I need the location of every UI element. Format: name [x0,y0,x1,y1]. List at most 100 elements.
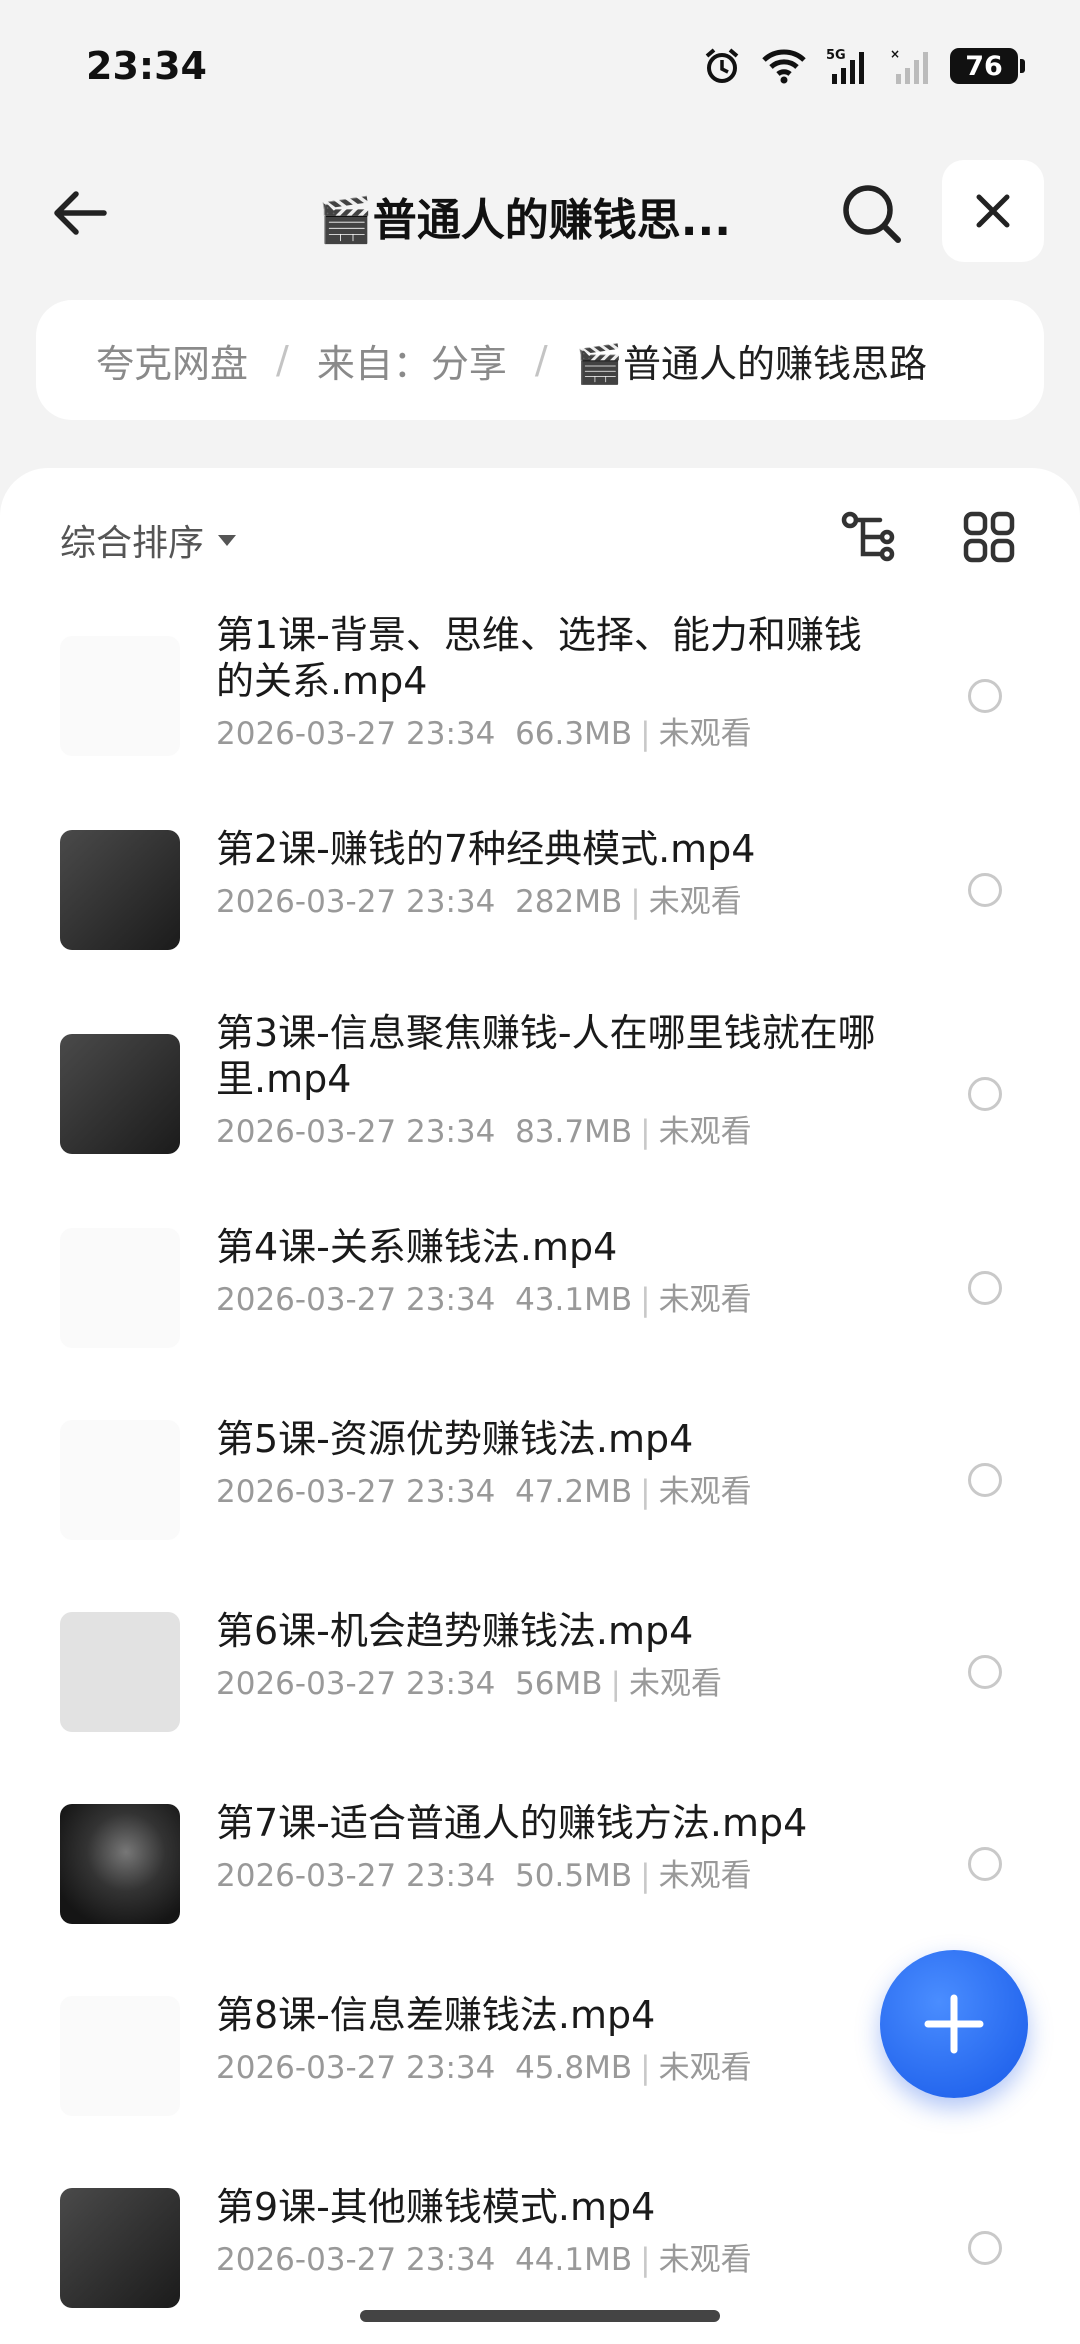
watch-status: 未观看 [648,884,742,920]
alarm-icon [705,48,739,83]
file-row[interactable]: 第2课-赚钱的7种经典模式.mp4 2026-03-27 23:34 282MB |… [0,818,1080,1010]
select-checkbox[interactable] [968,1847,1002,1881]
file-name: 第5课-资源优势赚钱法.mp4 [216,1417,694,1461]
file-row[interactable]: 第5课-资源优势赚钱法.mp4 2026-03-27 23:34 47.2MB | 未… [0,1408,1080,1600]
file-info: 第1课-背景、思维、选择、能力和赚钱的关系.mp4 2026-03-27 23:3… [216,612,876,753]
file-date: 2026-03-27 23:34 [216,1282,496,1318]
meta-divider: | [640,716,651,752]
arrow-left-icon [54,191,107,235]
file-size: 83.7MB [515,1114,633,1150]
file-row[interactable]: 第3课-信息聚焦赚钱-人在哪里钱就在哪里.mp4 2026-03-27 23:34… [0,1010,1080,1216]
file-name: 第7课-适合普通人的赚钱方法.mp4 [216,1801,808,1845]
video-thumbnail [60,1612,180,1732]
video-thumbnail [60,830,180,950]
file-meta: 2026-03-27 23:34 45.8MB | 未观看 [216,2042,876,2087]
page-title: 🎬普通人的赚钱思... [318,195,731,246]
file-date: 2026-03-27 23:34 [216,1474,496,1510]
file-row[interactable]: 第1课-背景、思维、选择、能力和赚钱的关系.mp4 2026-03-27 23:3… [0,612,1080,818]
select-checkbox[interactable] [968,1271,1002,1305]
file-row[interactable]: 第6课-机会趋势赚钱法.mp4 2026-03-27 23:34 56MB | 未观看 [0,1600,1080,1792]
wifi-icon [762,49,806,84]
signal-5g-icon: 5G [826,48,864,84]
file-name: 第4课-关系赚钱法.mp4 [216,1225,618,1269]
file-size: 56MB [515,1666,603,1702]
select-checkbox[interactable] [968,1077,1002,1111]
file-info: 第7课-适合普通人的赚钱方法.mp4 2026-03-27 23:34 50.5M… [216,1800,876,1895]
select-checkbox[interactable] [968,2231,1002,2265]
file-meta: 2026-03-27 23:34 43.1MB | 未观看 [216,1274,876,1319]
video-thumbnail [60,1420,180,1540]
meta-divider: | [630,884,641,920]
breadcrumb: 夸克网盘 / 来自：分享 / 🎬普通人的赚钱思路 [36,300,1044,420]
video-thumbnail [60,1034,180,1154]
tree-view-button[interactable] [836,502,906,572]
select-checkbox[interactable] [968,1655,1002,1689]
signal-empty-icon: × [890,47,928,84]
file-size: 66.3MB [515,716,633,752]
meta-divider: | [640,2242,651,2278]
video-thumbnail [60,2188,180,2308]
file-row[interactable]: 第4课-关系赚钱法.mp4 2026-03-27 23:34 43.1MB | 未观看 [0,1216,1080,1408]
file-size: 44.1MB [515,2242,633,2278]
file-meta: 2026-03-27 23:34 282MB | 未观看 [216,876,876,921]
grid-view-button[interactable] [954,502,1024,572]
battery-icon: 76 [950,48,1025,84]
top-bar: 🎬普通人的赚钱思... [0,150,1080,270]
meta-divider: | [640,1474,651,1510]
watch-status: 未观看 [658,1114,752,1150]
file-size: 282MB [515,884,623,920]
file-size: 50.5MB [515,1858,633,1894]
meta-divider: | [640,1858,651,1894]
svg-text:×: × [890,47,900,61]
video-thumbnail [60,1996,180,2116]
close-button[interactable] [942,160,1044,262]
select-checkbox[interactable] [968,679,1002,713]
video-thumbnail [60,1228,180,1348]
search-button[interactable] [834,176,910,252]
file-date: 2026-03-27 23:34 [216,1666,496,1702]
file-meta: 2026-03-27 23:34 47.2MB | 未观看 [216,1466,876,1511]
video-thumbnail [60,636,180,756]
back-button[interactable] [44,178,114,248]
file-name: 第1课-背景、思维、选择、能力和赚钱的关系.mp4 [216,613,862,703]
watch-status: 未观看 [629,1666,722,1702]
caret-down-icon [218,534,237,546]
svg-text:5G: 5G [826,48,846,63]
file-name: 第9课-其他赚钱模式.mp4 [216,2185,656,2229]
plus-icon [924,1994,984,2054]
file-date: 2026-03-27 23:34 [216,2050,496,2086]
breadcrumb-root[interactable]: 夸克网盘 [96,333,248,388]
file-date: 2026-03-27 23:34 [216,1114,496,1150]
watch-status: 未观看 [658,1474,752,1510]
breadcrumb-separator: / [276,338,289,382]
file-date: 2026-03-27 23:34 [216,716,496,752]
file-info: 第3课-信息聚焦赚钱-人在哪里钱就在哪里.mp4 2026-03-27 23:34… [216,1010,876,1151]
watch-status: 未观看 [658,1282,752,1318]
select-checkbox[interactable] [968,1463,1002,1497]
file-info: 第5课-资源优势赚钱法.mp4 2026-03-27 23:34 47.2MB | 未… [216,1416,876,1511]
file-name: 第6课-机会趋势赚钱法.mp4 [216,1609,694,1653]
file-info: 第2课-赚钱的7种经典模式.mp4 2026-03-27 23:34 282MB |… [216,826,876,921]
sort-dropdown[interactable]: 综合排序 [60,510,237,570]
status-icons: 5G × 76 [702,44,1025,88]
file-row[interactable]: 第7课-适合普通人的赚钱方法.mp4 2026-03-27 23:34 50.5M… [0,1792,1080,1984]
video-thumbnail [60,1804,180,1924]
breadcrumb-separator: / [534,338,548,382]
file-meta: 2026-03-27 23:34 56MB | 未观看 [216,1658,876,1703]
file-date: 2026-03-27 23:34 [216,2242,496,2278]
meta-divider: | [640,2050,651,2086]
file-size: 45.8MB [515,2050,633,2086]
select-checkbox[interactable] [968,873,1002,907]
home-indicator [360,2310,720,2322]
file-name: 第3课-信息聚焦赚钱-人在哪里钱就在哪里.mp4 [216,1011,876,1101]
file-size: 43.1MB [515,1282,633,1318]
breadcrumb-current: 🎬普通人的赚钱思路 [575,341,927,386]
add-button[interactable] [880,1950,1028,2098]
watch-status: 未观看 [658,2242,752,2278]
meta-divider: | [640,1114,651,1150]
file-meta: 2026-03-27 23:34 66.3MB | 未观看 [216,708,876,753]
file-meta: 2026-03-27 23:34 50.5MB | 未观看 [216,1850,876,1895]
breadcrumb-share[interactable]: 来自：分享 [317,333,507,388]
tree-icon [841,511,895,562]
file-info: 第9课-其他赚钱模式.mp4 2026-03-27 23:34 44.1MB | 未观… [216,2184,876,2279]
